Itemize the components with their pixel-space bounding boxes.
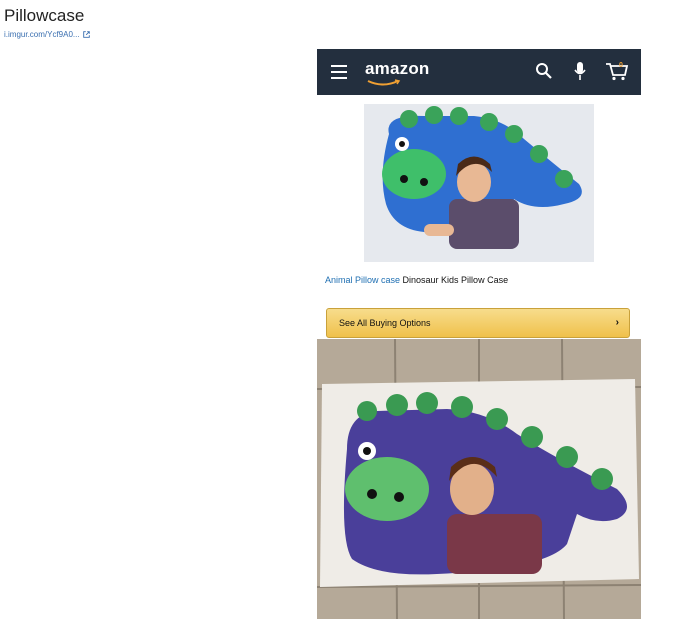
external-link-icon — [82, 31, 90, 38]
cart-count: 0 — [619, 62, 623, 69]
chevron-right-icon: › — [615, 317, 619, 328]
amazon-navbar: amazon 0 — [317, 49, 641, 95]
see-all-buying-options-button[interactable]: See All Buying Options › — [326, 308, 630, 338]
image-source-link-label: i.imgur.com/Ycf9A0... — [4, 30, 80, 39]
post-title: Pillowcase — [4, 6, 85, 25]
product-category-link[interactable]: Animal Pillow case — [325, 275, 400, 285]
microphone-icon[interactable] — [573, 61, 587, 81]
cart-icon[interactable] — [605, 61, 629, 81]
search-icon[interactable] — [535, 62, 553, 80]
product-photo[interactable] — [364, 104, 594, 262]
product-title: Dinosaur Kids Pillow Case — [400, 275, 509, 285]
real-pillowcase-photo[interactable] — [317, 339, 641, 619]
product-description: Animal Pillow case Dinosaur Kids Pillow … — [325, 275, 508, 285]
image-source-link[interactable]: i.imgur.com/Ycf9A0... — [4, 30, 90, 39]
amazon-screenshot: amazon 0 Animal Pillow case Dinosaur Kid… — [317, 49, 641, 619]
hamburger-menu-icon[interactable] — [331, 65, 347, 79]
buy-button-label: See All Buying Options — [339, 318, 431, 328]
amazon-smile-icon — [367, 79, 401, 86]
amazon-logo[interactable]: amazon — [365, 59, 430, 79]
